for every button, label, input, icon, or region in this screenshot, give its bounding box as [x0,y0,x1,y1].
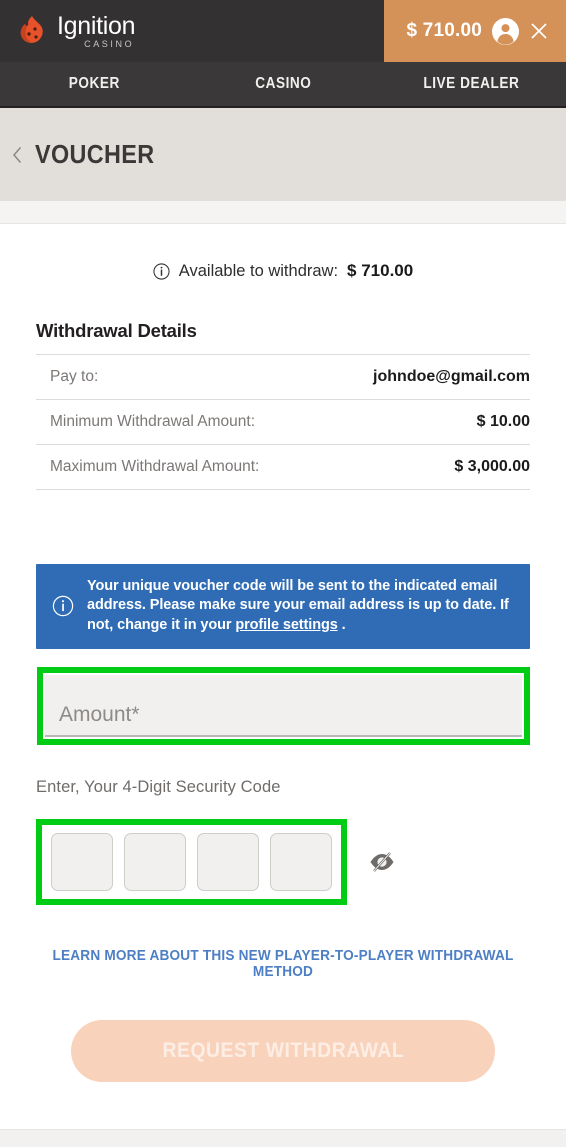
security-code-label: Enter, Your 4-Digit Security Code [36,777,281,796]
request-withdrawal-button[interactable]: REQUEST WITHDRAWAL [71,1019,495,1082]
request-withdrawal-label: REQUEST WITHDRAWAL [162,1038,404,1062]
amount-input[interactable]: Amount* [45,674,522,737]
detail-key: Pay to: [50,368,99,385]
banner-text-after: . [337,616,346,633]
flame-dice-logo-icon [20,16,43,43]
brand-logo[interactable]: Ignition CASINO [0,11,136,49]
header-divider-strip [0,201,566,224]
logo-text-block: Ignition CASINO [57,11,136,49]
submit-button-wrap: REQUEST WITHDRAWAL [36,1019,530,1082]
chevron-left-icon[interactable] [12,146,23,164]
footer-strip [0,1129,566,1147]
voucher-info-banner: Your unique voucher code will be sent to… [36,564,530,649]
close-icon[interactable] [529,21,549,41]
amount-placeholder: Amount* [59,702,140,726]
voucher-withdrawal-page: Ignition CASINO $ 710.00 POKER CASINO LI… [0,0,566,1147]
eye-off-icon[interactable] [369,851,395,873]
learn-more-link[interactable]: LEARN MORE ABOUT THIS NEW PLAYER-TO-PLAY… [51,948,515,980]
table-row: Pay to: johndoe@gmail.com [36,354,530,400]
main-navigation: POKER CASINO LIVE DEALER [0,62,566,108]
security-code-row [36,818,530,905]
detail-value: $ 10.00 [476,413,530,430]
withdrawal-details-title: Withdrawal Details [36,320,197,341]
balance-area[interactable]: $ 710.00 [384,0,566,62]
detail-value: $ 3,000.00 [454,458,530,475]
pin-digit-input-1[interactable] [51,832,113,891]
pin-digit-input-3[interactable] [197,832,259,891]
top-header: Ignition CASINO $ 710.00 [0,0,566,62]
banner-text: Your unique voucher code will be sent to… [87,577,514,635]
info-circle-icon[interactable] [153,262,170,280]
balance-amount: $ 710.00 [406,20,482,41]
logo-subtitle: CASINO [84,38,135,49]
user-avatar-icon[interactable] [492,17,519,45]
logo-name: Ignition [57,11,136,40]
withdrawal-details-table: Pay to: johndoe@gmail.com Minimum Withdr… [36,354,530,490]
page-header-bar: VOUCHER [0,108,566,201]
profile-settings-link[interactable]: profile settings [235,617,337,633]
available-label: Available to withdraw: [178,261,339,280]
pin-digit-input-2[interactable] [124,832,186,891]
detail-key: Minimum Withdrawal Amount: [50,413,256,430]
table-row: Minimum Withdrawal Amount: $ 10.00 [36,399,530,445]
nav-item-live-dealer[interactable]: LIVE DEALER [389,75,555,93]
nav-item-poker[interactable]: POKER [11,75,177,93]
nav-item-casino[interactable]: CASINO [200,75,366,93]
security-code-annotation [36,818,347,905]
page-title: VOUCHER [35,139,155,169]
detail-key: Maximum Withdrawal Amount: [50,458,260,475]
info-circle-icon [52,595,74,617]
detail-value: johndoe@gmail.com [373,368,530,385]
amount-field-annotation: Amount* [37,666,530,745]
available-amount: $ 710.00 [347,261,414,280]
table-row: Maximum Withdrawal Amount: $ 3,000.00 [36,444,530,490]
main-content: Available to withdraw: $ 710.00 Withdraw… [0,261,566,1082]
available-to-withdraw-row: Available to withdraw: $ 710.00 [36,261,530,281]
pin-digit-input-4[interactable] [270,832,332,891]
